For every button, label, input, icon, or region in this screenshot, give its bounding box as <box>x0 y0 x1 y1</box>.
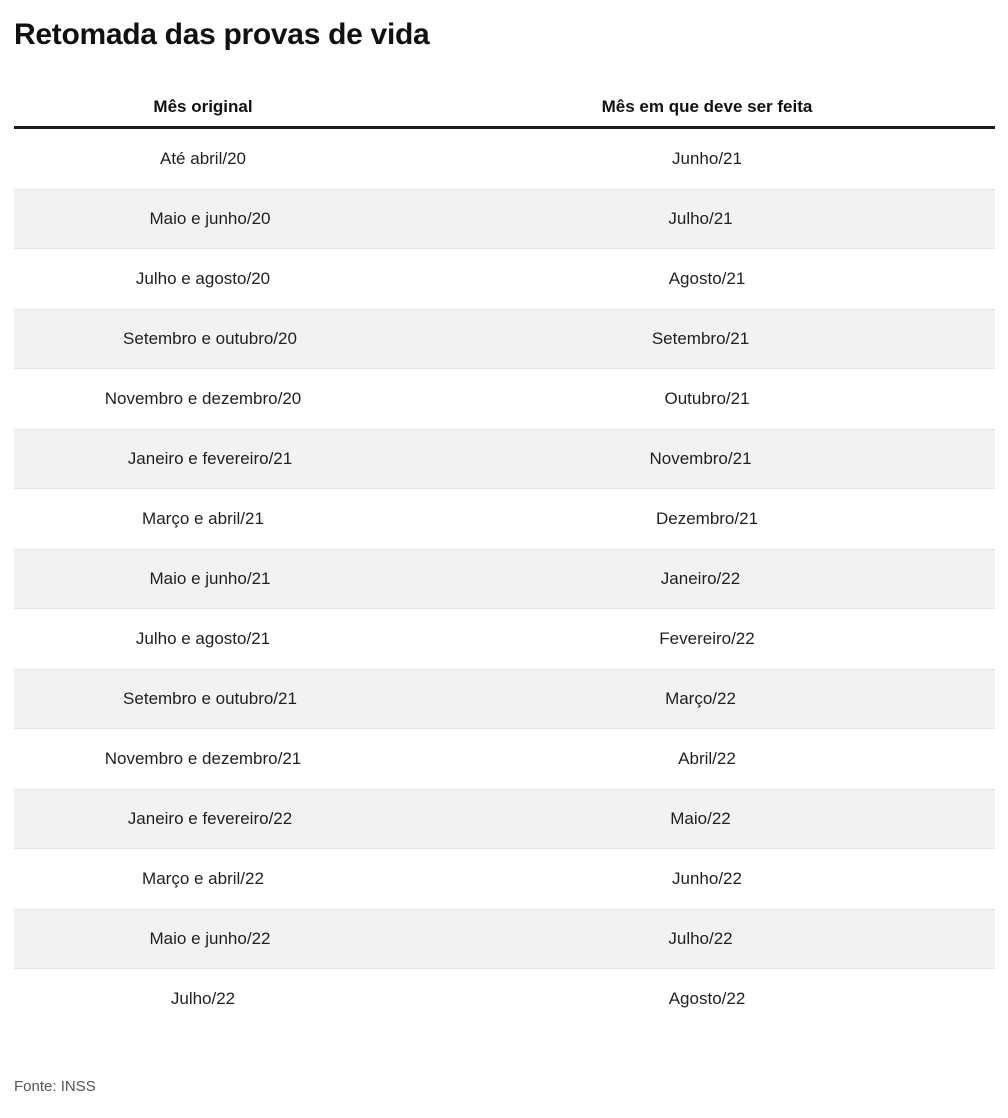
cell-original-month: Novembro e dezembro/20 <box>104 389 302 408</box>
column-header-new-month: Mês em que deve ser feita <box>601 97 813 116</box>
cell-original-month: Março e abril/21 <box>142 509 264 528</box>
column-header-original-month: Mês original <box>153 97 253 116</box>
table-body: Até abril/20 Junho/21 Maio e junho/20 Ju… <box>0 129 1008 1029</box>
cell-original-month: Janeiro e fevereiro/22 <box>127 809 293 828</box>
cell-original-month: Setembro e outubro/20 <box>123 329 297 348</box>
table-row: Janeiro e fevereiro/21 Novembro/21 <box>14 429 995 489</box>
cell-original-month: Julho e agosto/21 <box>135 629 271 648</box>
cell-original-month: Maio e junho/22 <box>149 929 271 948</box>
cell-new-month: Setembro/21 <box>651 329 750 348</box>
table-row: Março e abril/21 Dezembro/21 <box>0 489 1008 549</box>
cell-original-month: Julho/22 <box>170 989 236 1008</box>
cell-original-month: Maio e junho/21 <box>149 569 271 588</box>
cell-original-month: Maio e junho/20 <box>149 209 271 228</box>
cell-original-month: Novembro e dezembro/21 <box>104 749 302 768</box>
cell-new-month: Janeiro/22 <box>660 569 741 588</box>
cell-new-month: Agosto/21 <box>668 269 746 288</box>
cell-new-month: Fevereiro/22 <box>659 629 755 648</box>
cell-new-month: Julho/21 <box>668 209 733 228</box>
cell-new-month: Dezembro/21 <box>655 509 759 528</box>
table-row: Maio e junho/21 Janeiro/22 <box>14 549 995 609</box>
table-row: Julho e agosto/21 Fevereiro/22 <box>0 609 1008 669</box>
source-attribution: Fonte: INSS <box>14 1078 96 1095</box>
cell-original-month: Janeiro e fevereiro/21 <box>127 449 293 468</box>
cell-original-month: Até abril/20 <box>160 149 246 168</box>
page-title: Retomada das provas de vida <box>14 18 430 51</box>
schedule-table: Mês original Mês em que deve ser feita A… <box>0 88 1008 1029</box>
table-row: Setembro e outubro/20 Setembro/21 <box>14 309 995 369</box>
cell-original-month: Julho e agosto/20 <box>135 269 271 288</box>
cell-new-month: Maio/22 <box>670 809 731 828</box>
table-row: Janeiro e fevereiro/22 Maio/22 <box>14 789 995 849</box>
table-header-row: Mês original Mês em que deve ser feita <box>0 88 1008 126</box>
cell-new-month: Abril/22 <box>678 749 736 768</box>
cell-new-month: Junho/22 <box>672 869 742 888</box>
table-row: Novembro e dezembro/21 Abril/22 <box>0 729 1008 789</box>
table-row: Maio e junho/22 Julho/22 <box>14 909 995 969</box>
table-row: Março e abril/22 Junho/22 <box>0 849 1008 909</box>
cell-new-month: Junho/21 <box>672 149 742 168</box>
cell-original-month: Março e abril/22 <box>142 869 264 888</box>
table-row: Até abril/20 Junho/21 <box>0 129 1008 189</box>
cell-new-month: Outubro/21 <box>664 389 750 408</box>
infographic-table-page: Retomada das provas de vida Mês original… <box>0 0 1008 1118</box>
cell-original-month: Setembro e outubro/21 <box>123 689 297 708</box>
table-row: Julho e agosto/20 Agosto/21 <box>0 249 1008 309</box>
cell-new-month: Novembro/21 <box>649 449 752 468</box>
table-row: Novembro e dezembro/20 Outubro/21 <box>0 369 1008 429</box>
cell-new-month: Agosto/22 <box>668 989 746 1008</box>
cell-new-month: Março/22 <box>665 689 736 708</box>
cell-new-month: Julho/22 <box>668 929 733 948</box>
table-row: Setembro e outubro/21 Março/22 <box>14 669 995 729</box>
table-row: Maio e junho/20 Julho/21 <box>14 189 995 249</box>
table-row: Julho/22 Agosto/22 <box>0 969 1008 1029</box>
